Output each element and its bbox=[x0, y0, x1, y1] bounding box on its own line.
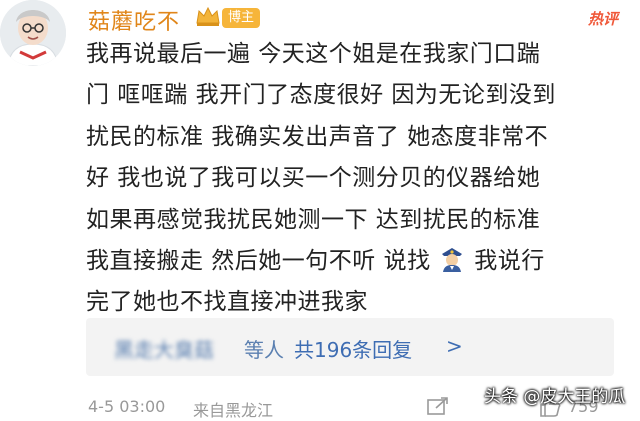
watermark: 头条 @皮大王的瓜 bbox=[484, 387, 626, 407]
comment-line: 我直接搬走 然后她一句不听 说找 我说行 bbox=[86, 241, 626, 282]
comment-content: 我再说最后一遍 今天这个姐是在我家门口踹 门 哐哐踹 我开门了态度很好 因为无论… bbox=[86, 34, 626, 324]
police-officer-emoji bbox=[442, 248, 463, 273]
avatar[interactable] bbox=[0, 0, 66, 66]
crown-icon bbox=[196, 6, 220, 26]
username[interactable]: 菇蘑吃不 bbox=[88, 4, 180, 36]
reply-summary-box[interactable]: 黑走大臭菇 等人 共196条回复 > bbox=[86, 318, 614, 376]
reply-usernames: 黑走大臭菇 bbox=[114, 338, 214, 362]
comment-line: 我再说最后一遍 今天这个姐是在我家门口踹 bbox=[86, 41, 541, 67]
comment-line: 扰民的标准 我确实发出声音了 她态度非常不 bbox=[86, 123, 549, 150]
share-icon[interactable] bbox=[426, 396, 450, 416]
comment-line: 如果再感觉我扰民她测一下 达到扰民的标准 bbox=[86, 206, 541, 233]
comment-line-tail: 我说行 bbox=[474, 248, 545, 275]
host-badge: 博主 bbox=[222, 8, 261, 28]
comment-line-text: 我直接搬走 然后她一句不听 说找 bbox=[86, 248, 431, 275]
comment-line: 门 哐哐踹 我开门了态度很好 因为无论到没到 bbox=[86, 82, 556, 109]
comment-source: 来自黑龙江 bbox=[193, 401, 274, 420]
comment-line: 好 我也说了我可以买一个测分贝的仪器给她 bbox=[86, 165, 541, 192]
comment-timestamp: 4-5 03:00 bbox=[88, 397, 166, 416]
chevron-right-icon[interactable]: > bbox=[446, 334, 463, 358]
hot-comment-tag: 热评 bbox=[587, 10, 618, 28]
reply-count-link[interactable]: 共196条回复 bbox=[294, 334, 412, 363]
reply-etc-label: 等人 bbox=[244, 338, 284, 362]
